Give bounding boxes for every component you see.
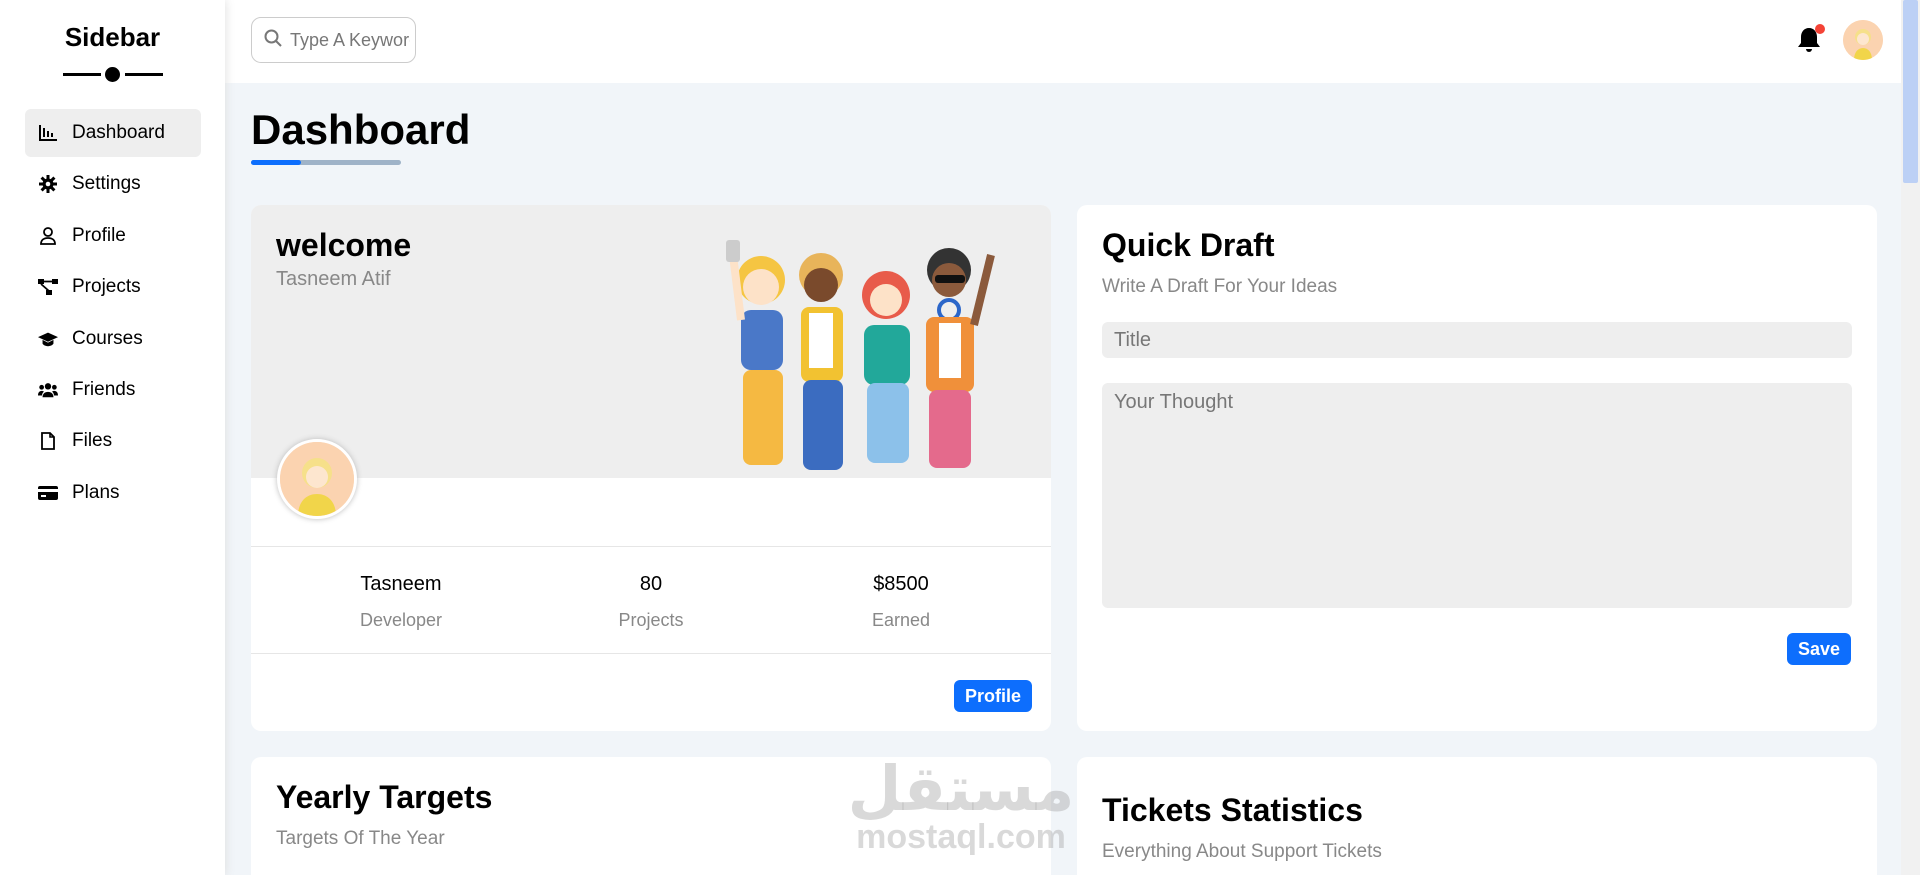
sidebar: Sidebar Dashboard Settings Profile Proje… — [0, 0, 225, 875]
search-input[interactable] — [290, 29, 410, 51]
sidebar-item-label: Settings — [72, 173, 141, 195]
stat-name: Tasneem Developer — [276, 561, 526, 641]
sidebar-item-plans[interactable]: Plans — [25, 469, 201, 517]
file-icon — [38, 431, 58, 451]
profile-stats: Tasneem Developer 80 Projects $8500 Earn… — [251, 561, 1051, 641]
sidebar-item-projects[interactable]: Projects — [25, 263, 201, 311]
search-box[interactable] — [251, 17, 416, 63]
save-button[interactable]: Save — [1787, 633, 1851, 665]
sidebar-item-label: Plans — [72, 481, 120, 503]
sidebar-item-label: Dashboard — [72, 122, 165, 143]
user-icon — [38, 226, 58, 246]
bell-icon — [1797, 28, 1821, 58]
search-icon — [264, 29, 282, 52]
stat-label: Developer — [359, 610, 443, 630]
credit-card-icon — [38, 483, 58, 503]
sidebar-item-settings[interactable]: Settings — [25, 160, 201, 208]
page-scrollbar[interactable] — [1901, 0, 1920, 875]
yearly-targets-card: Yearly Targets Targets Of The Year — [251, 757, 1051, 875]
stat-earned: $8500 Earned — [776, 561, 1026, 641]
sidebar-item-profile[interactable]: Profile — [25, 212, 201, 260]
diagram-icon — [38, 277, 58, 297]
profile-button[interactable]: Profile — [954, 680, 1032, 712]
welcome-card: welcome Tasneem Atif Tasneem Developer 8… — [251, 205, 1051, 731]
quick-draft-subtitle: Write A Draft For Your Ideas — [1102, 276, 1338, 297]
chart-icon — [38, 123, 58, 143]
welcome-avatar — [277, 439, 357, 519]
scrollbar-thumb[interactable] — [1903, 0, 1918, 183]
stat-projects: 80 Projects — [526, 561, 776, 641]
welcome-header: welcome Tasneem Atif — [251, 205, 1051, 478]
draft-thought-textarea[interactable]: Your Thought — [1102, 383, 1852, 608]
sidebar-item-files[interactable]: Files — [25, 417, 201, 465]
card-divider — [251, 653, 1051, 654]
notification-button[interactable] — [1797, 24, 1825, 58]
gear-icon — [38, 174, 58, 194]
page-title: Dashboard — [251, 106, 471, 153]
sidebar-item-label: Friends — [72, 378, 136, 400]
friends-illustration — [691, 225, 1031, 475]
yearly-targets-title: Yearly Targets — [276, 779, 493, 815]
sidebar-item-label: Projects — [72, 276, 141, 298]
stat-label: Projects — [618, 610, 684, 630]
tickets-subtitle: Everything About Support Tickets — [1102, 841, 1382, 862]
welcome-name: Tasneem Atif — [276, 268, 391, 290]
stat-value: Tasneem — [360, 573, 442, 595]
stat-label: Earned — [871, 610, 931, 630]
welcome-title: welcome — [276, 227, 412, 263]
sidebar-item-friends[interactable]: Friends — [25, 366, 201, 414]
tickets-statistics-card: Tickets Statistics Everything About Supp… — [1077, 757, 1877, 875]
sidebar-item-label: Profile — [72, 224, 126, 246]
page-title-underline — [251, 160, 401, 165]
yearly-targets-subtitle: Targets Of The Year — [276, 828, 445, 849]
stat-value: 80 — [639, 573, 663, 595]
top-header — [225, 0, 1901, 83]
sidebar-nav: Dashboard Settings Profile Projects Cour… — [25, 109, 201, 520]
draft-title-input[interactable]: Title — [1102, 322, 1852, 358]
sidebar-item-dashboard[interactable]: Dashboard — [25, 109, 201, 157]
stat-value: $8500 — [873, 573, 929, 595]
graduation-cap-icon — [38, 329, 58, 349]
user-avatar[interactable] — [1843, 20, 1883, 60]
card-divider — [251, 546, 1051, 547]
sidebar-item-courses[interactable]: Courses — [25, 315, 201, 363]
quick-draft-title: Quick Draft — [1102, 227, 1275, 263]
tickets-title: Tickets Statistics — [1102, 792, 1363, 828]
notification-badge — [1815, 24, 1825, 34]
users-icon — [38, 380, 58, 400]
sidebar-title-decoration — [63, 67, 163, 82]
quick-draft-card: Quick Draft Write A Draft For Your Ideas… — [1077, 205, 1877, 731]
sidebar-item-label: Files — [72, 430, 113, 452]
sidebar-title: Sidebar — [64, 22, 161, 52]
sidebar-item-label: Courses — [72, 327, 143, 349]
